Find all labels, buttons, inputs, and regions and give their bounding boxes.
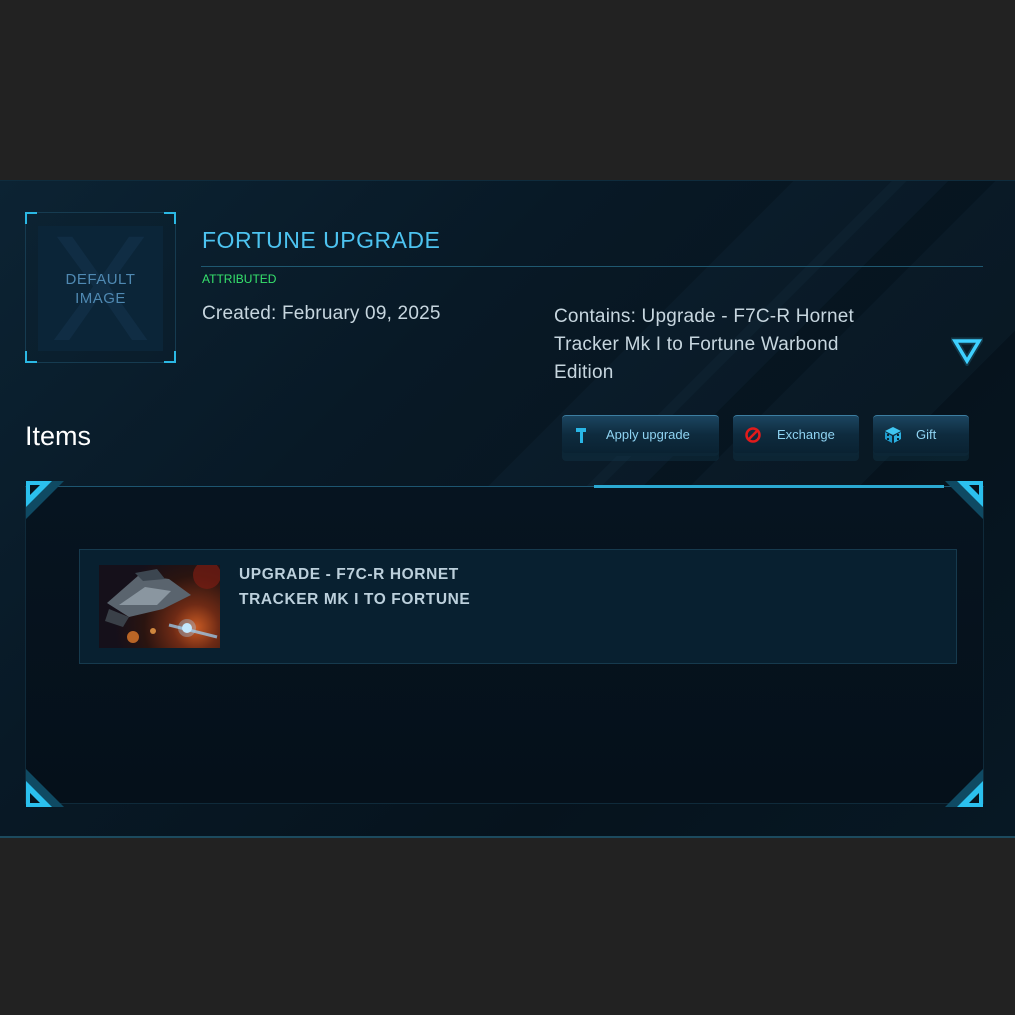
corner-accent-icon: [26, 481, 64, 519]
corner-accent-icon: [26, 769, 64, 807]
corner-accent-icon: [945, 481, 983, 519]
frame-corner: [164, 351, 176, 363]
frame-corner: [25, 212, 37, 224]
gift-label: Gift: [916, 427, 937, 442]
corner-accent-icon: [945, 769, 983, 807]
contains-text: Contains: Upgrade - F7C-R Hornet Tracker…: [554, 306, 854, 383]
no-entry-icon: [745, 427, 761, 443]
frame-corner: [25, 351, 37, 363]
title-divider: [201, 266, 983, 267]
gift-box-icon: [885, 427, 901, 443]
exchange-label: Exchange: [777, 427, 835, 442]
apply-upgrade-label: Apply upgrade: [606, 427, 690, 442]
ship-image-graphic: [105, 565, 220, 643]
list-item[interactable]: UPGRADE - F7C-R HORNET TRACKER MK I TO F…: [79, 549, 957, 664]
items-container: UPGRADE - F7C-R HORNET TRACKER MK I TO F…: [25, 481, 984, 807]
pledge-title: FORTUNE UPGRADE: [202, 227, 441, 253]
default-image-label: DEFAULT IMAGE: [65, 271, 136, 307]
default-image: X DEFAULT IMAGE: [38, 226, 163, 351]
chevron-down-triangle-icon: [948, 337, 986, 368]
wrench-icon: [576, 428, 586, 443]
items-container-accent-line: [594, 485, 944, 488]
ship-thumbnail-image: [99, 565, 220, 648]
gift-button[interactable]: Gift: [873, 415, 969, 453]
items-heading: Items: [25, 421, 92, 451]
exchange-button[interactable]: Exchange: [733, 415, 859, 453]
frame-corner: [164, 212, 176, 224]
apply-upgrade-button[interactable]: Apply upgrade: [562, 415, 719, 453]
status-label: ATTRIBUTED: [202, 272, 277, 286]
item-name: UPGRADE - F7C-R HORNET TRACKER MK I TO F…: [239, 566, 471, 608]
expand-toggle-button[interactable]: [948, 336, 986, 368]
pledge-thumbnail: X DEFAULT IMAGE: [25, 212, 176, 363]
pledge-panel: X DEFAULT IMAGE FORTUNE UPGRADE ATTRIBUT…: [0, 180, 1015, 838]
created-date: Created: February 09, 2025: [202, 303, 441, 324]
